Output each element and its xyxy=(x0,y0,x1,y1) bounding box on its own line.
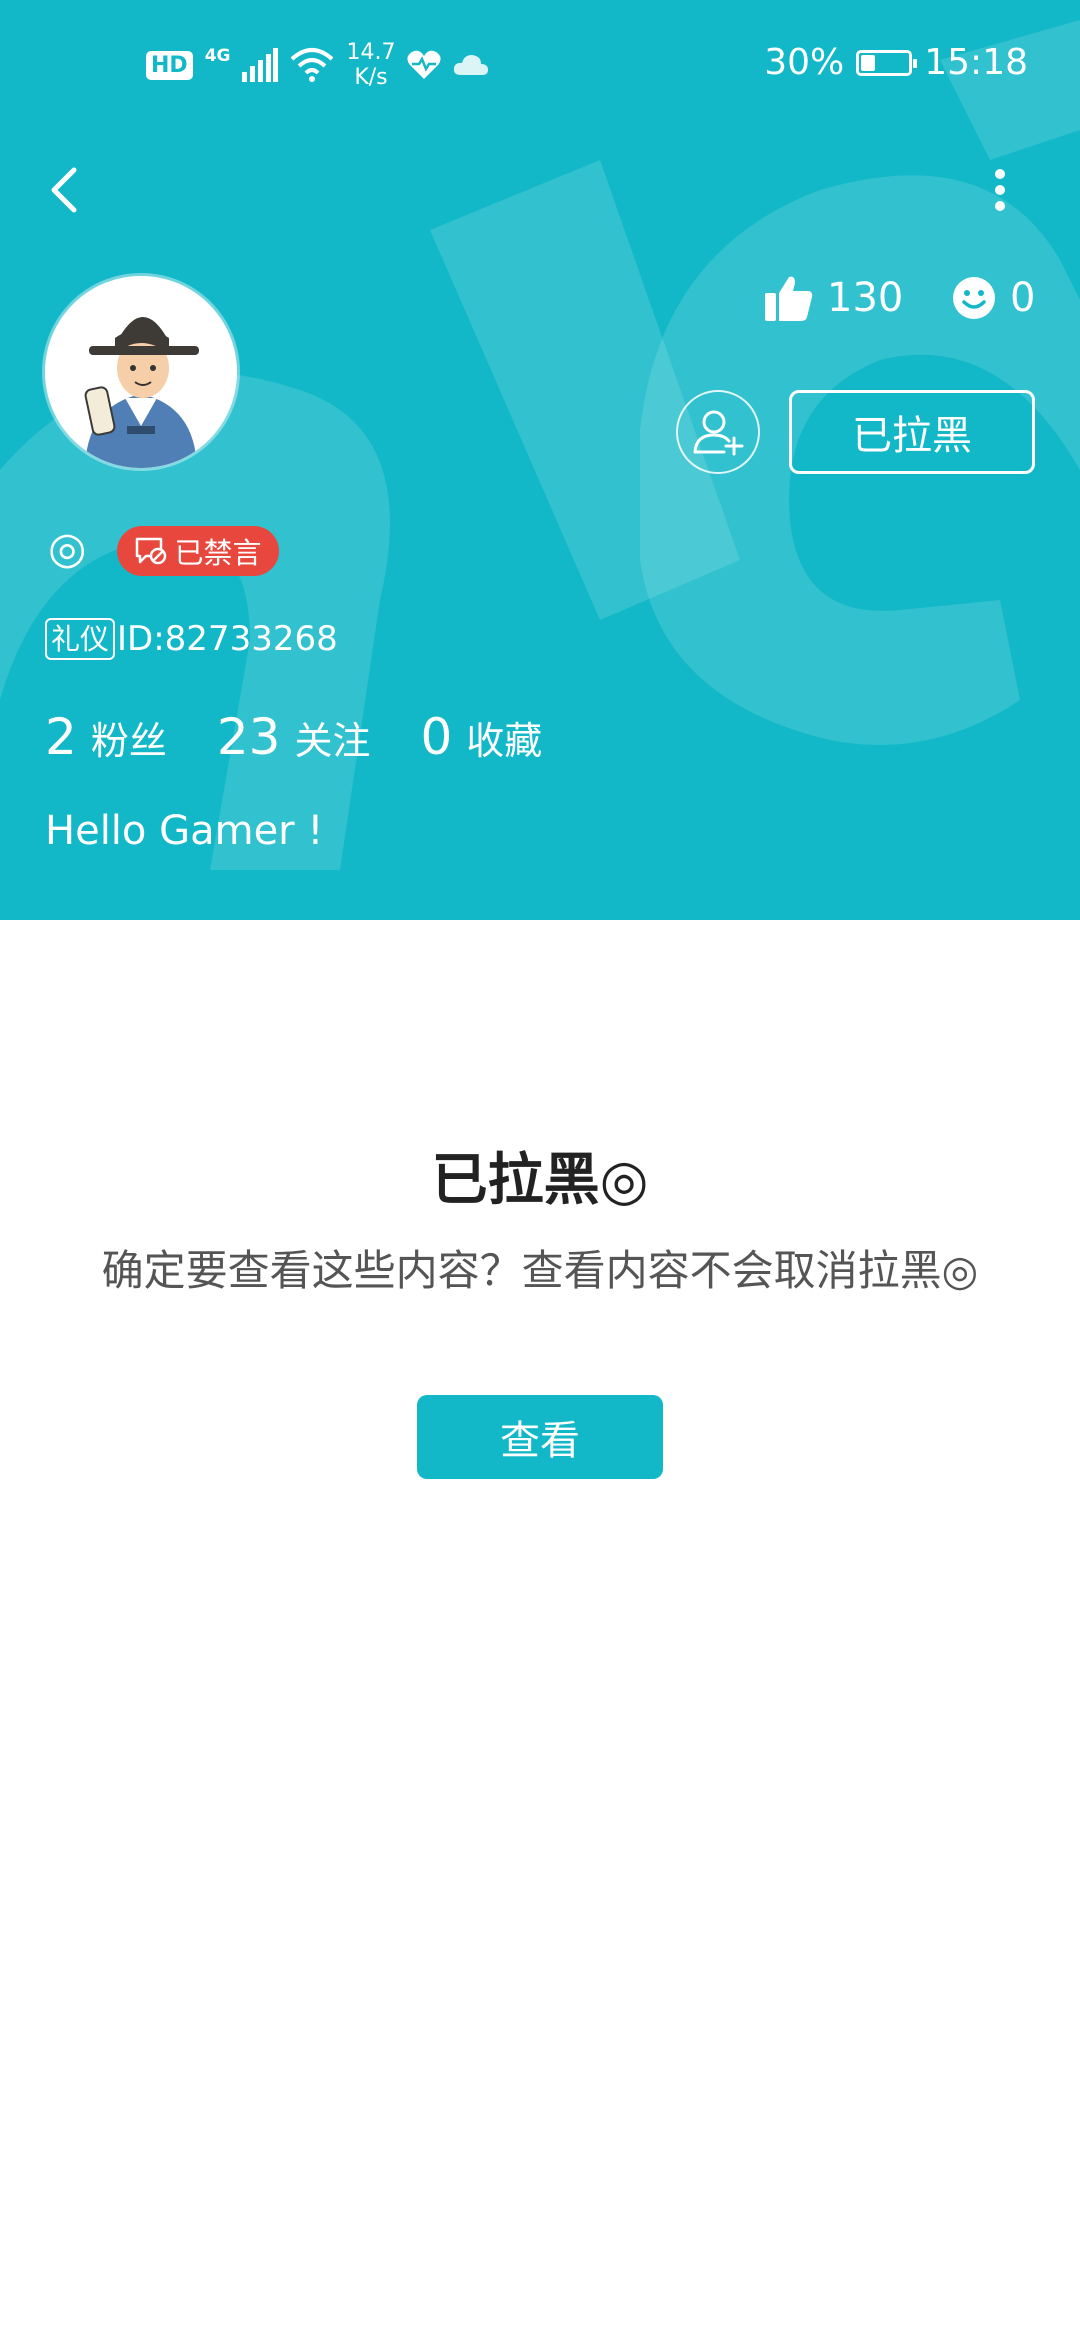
view-content-button[interactable]: 查看 xyxy=(417,1395,663,1479)
network-type: 4G xyxy=(204,46,231,66)
status-right-group: 30% 15:18 xyxy=(764,42,1028,83)
avatar-illustration xyxy=(45,276,237,468)
muted-badge-label: 已禁言 xyxy=(174,536,262,570)
signal-icon xyxy=(242,48,279,82)
wifi-icon xyxy=(291,48,334,82)
likes-count: 130 xyxy=(827,275,904,321)
smile-count: 0 xyxy=(1010,275,1036,321)
etiquette-tag: 礼仪 xyxy=(45,618,116,660)
thumbs-up-icon xyxy=(765,276,813,321)
blocked-notice-title: 已拉黑◎ xyxy=(431,1148,649,1213)
heart-monitor-icon xyxy=(407,50,442,79)
muted-badge: 已禁言 xyxy=(117,526,279,576)
fans-label[interactable]: 粉丝 xyxy=(91,710,167,765)
add-friend-icon xyxy=(693,410,744,456)
back-arrow-icon[interactable] xyxy=(40,160,90,220)
stats-row: 2 粉丝 23 关注 0 收藏 xyxy=(45,708,592,766)
profile-bio: Hello Gamer ! xyxy=(45,808,324,854)
ring-glyph: ◎ xyxy=(48,523,87,574)
smile-counter[interactable]: 0 xyxy=(952,275,1035,321)
hd-indicator: HD xyxy=(146,50,193,80)
following-label[interactable]: 关注 xyxy=(294,710,370,765)
network-speed: 14.7 K/s xyxy=(346,40,395,90)
profile-header: HD 4G 14.7 K/s 30% 15:18 130 0 已拉黑 ◎ 已禁言… xyxy=(0,0,1080,920)
following-count[interactable]: 23 xyxy=(217,708,281,766)
status-bar: HD 4G 14.7 K/s 30% 15:18 xyxy=(0,0,1080,130)
muted-chat-icon xyxy=(136,537,167,565)
battery-icon xyxy=(856,49,918,76)
favorites-count[interactable]: 0 xyxy=(420,708,452,766)
clock: 15:18 xyxy=(924,42,1028,83)
fans-count[interactable]: 2 xyxy=(45,708,77,766)
avatar[interactable] xyxy=(45,276,237,468)
favorites-label[interactable]: 收藏 xyxy=(466,710,542,765)
blocked-notice-message: 确定要查看这些内容？查看内容不会取消拉黑◎ xyxy=(101,1246,979,1295)
content-area xyxy=(0,920,1080,2340)
battery-percent: 30% xyxy=(764,42,845,83)
smile-face-icon xyxy=(953,277,995,319)
user-id-row: 礼仪 ID:82733268 xyxy=(45,618,338,660)
speed-value: 14.7 xyxy=(346,40,396,65)
blocked-button[interactable]: 已拉黑 xyxy=(789,390,1035,474)
cloud-icon xyxy=(454,55,489,75)
more-vertical-icon[interactable] xyxy=(980,160,1020,220)
add-friend-button[interactable] xyxy=(676,390,760,474)
likes-counter[interactable]: 130 xyxy=(765,275,903,321)
user-id: ID:82733268 xyxy=(117,619,338,659)
status-left-group: HD 4G 14.7 K/s xyxy=(146,40,489,90)
speed-unit: K/s xyxy=(354,65,388,90)
